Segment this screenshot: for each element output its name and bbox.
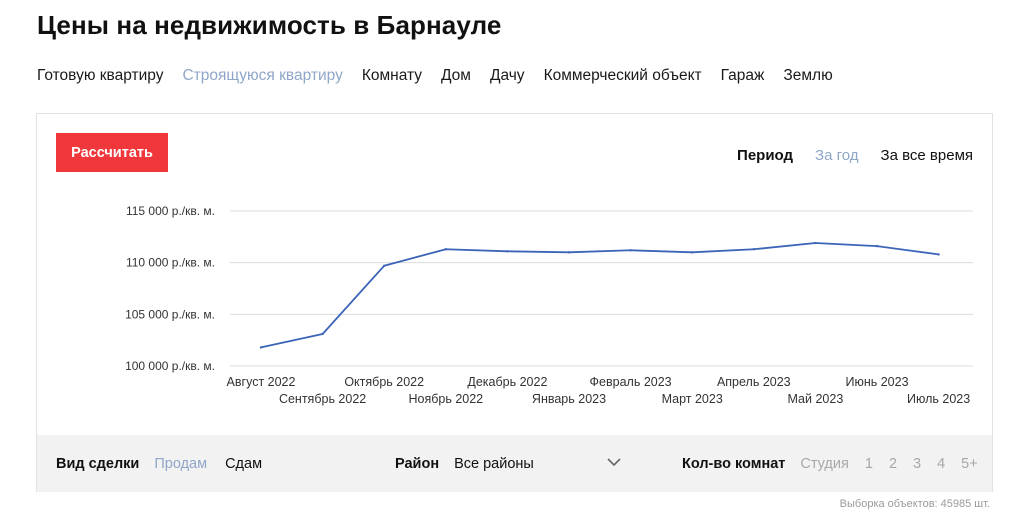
tab-dacha[interactable]: Дачу <box>490 67 525 85</box>
data-point-1 <box>321 332 324 336</box>
tab-garage[interactable]: Гараж <box>721 67 765 85</box>
data-point-3 <box>444 248 447 251</box>
x-tick-label-8: Апрель 2023 <box>717 375 791 389</box>
x-tick-label-5: Январь 2023 <box>532 392 606 406</box>
data-point-7 <box>691 251 694 254</box>
rooms-option-studio[interactable]: Студия <box>800 456 848 472</box>
data-point-5 <box>567 251 571 254</box>
rooms-filter: Кол-во комнат Студия 1 2 3 4 5+ <box>682 456 994 472</box>
data-point-2 <box>383 264 386 267</box>
rooms-option-3[interactable]: 3 <box>913 456 921 472</box>
property-type-tabs: Готовую квартиру Строящуюся квартиру Ком… <box>37 67 852 85</box>
y-tick-label-2: 110 000 р./кв. м. <box>126 256 215 270</box>
rooms-option-5plus[interactable]: 5+ <box>961 456 978 472</box>
data-point-8 <box>752 248 755 251</box>
tab-house[interactable]: Дом <box>441 67 471 85</box>
deal-type-label: Вид сделки <box>56 456 140 472</box>
rooms-option-1[interactable]: 1 <box>865 456 873 472</box>
district-select-value[interactable]: Все районы <box>454 456 534 472</box>
x-tick-label-1: Сентябрь 2022 <box>279 392 366 406</box>
x-tick-label-9: Май 2023 <box>788 392 844 406</box>
sample-count: Выборка объектов: 45985 шт. <box>839 498 990 510</box>
price-series-line <box>260 242 939 349</box>
filters-bar: Вид сделки Продам Сдам Район Все районы … <box>37 435 992 492</box>
data-point-6 <box>629 249 632 252</box>
tab-land[interactable]: Землю <box>783 67 832 85</box>
x-tick-label-11: Июль 2023 <box>907 392 970 406</box>
data-point-10 <box>875 244 879 248</box>
y-tick-label-0: 100 000 р./кв. м. <box>125 359 215 373</box>
x-tick-label-4: Декабрь 2022 <box>467 375 547 389</box>
deal-option-rent[interactable]: Сдам <box>225 456 262 472</box>
price-line-chart: 100 000 р./кв. м. 105 000 р./кв. м. 110 00… <box>125 204 973 406</box>
data-point-9 <box>814 241 817 245</box>
y-tick-label-1: 105 000 р./кв. м. <box>125 307 215 321</box>
tab-commercial[interactable]: Коммерческий объект <box>544 67 702 85</box>
x-tick-label-3: Ноябрь 2022 <box>408 392 483 406</box>
data-point-11 <box>937 253 940 256</box>
district-label: Район <box>395 456 440 472</box>
x-tick-label-7: Март 2023 <box>662 392 723 406</box>
x-tick-label-6: Февраль 2023 <box>590 375 672 389</box>
price-chart-card: Рассчитать Период За год За все время 10… <box>36 113 993 492</box>
chevron-down-icon[interactable] <box>607 457 621 467</box>
rooms-label: Кол-во комнат <box>682 456 786 472</box>
rooms-option-4[interactable]: 4 <box>937 456 945 472</box>
tab-room[interactable]: Комнату <box>362 67 422 85</box>
data-point-4 <box>506 250 509 253</box>
x-tick-label-0: Август 2022 <box>227 375 296 389</box>
x-tick-label-2: Октябрь 2022 <box>344 375 424 389</box>
rooms-option-2[interactable]: 2 <box>889 456 897 472</box>
deal-type-filter: Вид сделки Продам Сдам <box>56 456 280 472</box>
x-tick-label-10: Июнь 2023 <box>845 375 908 389</box>
tab-new-build-apartment[interactable]: Строящуюся квартиру <box>182 67 342 85</box>
deal-option-sell[interactable]: Продам <box>154 456 207 472</box>
y-tick-label-3: 115 000 р./кв. м. <box>126 204 215 218</box>
data-point-0 <box>259 346 263 349</box>
tab-ready-apartment[interactable]: Готовую квартиру <box>37 67 163 85</box>
district-filter[interactable]: Район Все районы <box>395 456 534 472</box>
page-title: Цены на недвижимость в Барнауле <box>37 10 502 40</box>
